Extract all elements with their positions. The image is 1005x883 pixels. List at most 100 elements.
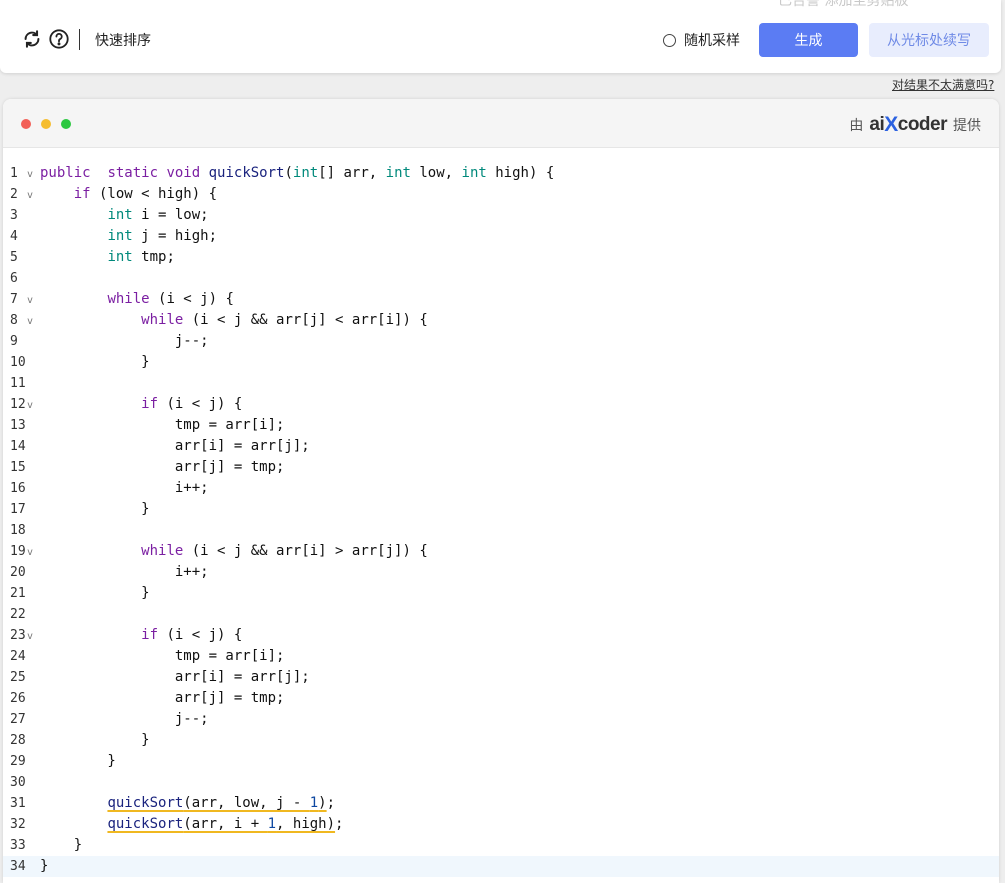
code-text: arr[j] = tmp; xyxy=(40,688,285,709)
code-text: int i = low; xyxy=(40,205,208,226)
fold-chevron-icon[interactable]: v xyxy=(27,311,33,332)
code-line[interactable]: 33 } xyxy=(3,835,999,856)
line-number: 31 xyxy=(10,796,26,811)
code-area[interactable]: 1 v public static void quickSort(int[] arr… xyxy=(3,163,999,877)
line-number: 29 xyxy=(10,754,26,769)
code-text: int tmp; xyxy=(40,247,175,268)
code-token: arr[j] = tmp; xyxy=(40,690,285,706)
fold-chevron-icon[interactable]: v xyxy=(27,542,33,563)
code-token: (low < high) { xyxy=(90,186,218,202)
radio-circle-icon[interactable] xyxy=(663,33,676,47)
generate-button[interactable]: 生成 xyxy=(759,23,858,57)
code-text: } xyxy=(40,352,149,373)
code-line[interactable]: 9 j--; xyxy=(3,331,999,352)
code-line[interactable]: 16 i++; xyxy=(3,478,999,499)
code-token: } xyxy=(40,732,150,748)
code-text: if (i < j) { xyxy=(40,394,242,415)
code-token: if xyxy=(141,627,159,643)
code-line[interactable]: 12 v if (i < j) { xyxy=(3,394,999,415)
code-line[interactable]: 13 tmp = arr[i]; xyxy=(3,415,999,436)
code-text: j--; xyxy=(40,331,209,352)
code-token: ; xyxy=(326,795,336,811)
code-line[interactable]: 25 arr[i] = arr[j]; xyxy=(3,667,999,688)
code-line[interactable]: 11 xyxy=(3,373,999,394)
code-token: low, xyxy=(410,165,462,181)
code-line[interactable]: 24 tmp = arr[i]; xyxy=(3,646,999,667)
code-line[interactable]: 10 } xyxy=(3,352,999,373)
code-line[interactable]: 18 xyxy=(3,520,999,541)
code-token: [] arr, xyxy=(318,165,386,181)
code-line[interactable]: 1 v public static void quickSort(int[] arr… xyxy=(3,163,999,184)
help-icon[interactable] xyxy=(48,28,70,50)
random-sampling-radio[interactable]: 随机采样 xyxy=(663,30,740,50)
refresh-icon[interactable] xyxy=(21,28,43,50)
code-line[interactable]: 23 v if (i < j) { xyxy=(3,625,999,646)
random-sampling-label: 随机采样 xyxy=(684,33,740,49)
code-line[interactable]: 19 v while (i < j && arr[i] > arr[j]) { xyxy=(3,541,999,562)
code-token: arr[i] = arr[j]; xyxy=(40,669,310,685)
code-token: if xyxy=(141,396,159,412)
code-line[interactable]: 17 } xyxy=(3,499,999,520)
brand-left: ai xyxy=(869,114,885,135)
line-number: 30 xyxy=(10,775,26,790)
code-text: tmp = arr[i]; xyxy=(40,415,285,436)
code-token: int xyxy=(107,249,133,265)
code-token: int xyxy=(385,165,411,181)
code-token: (i < j && arr[i] > arr[j]) { xyxy=(183,543,428,559)
code-token: while xyxy=(141,312,184,328)
code-line[interactable]: 4 int j = high; xyxy=(3,226,999,247)
code-line[interactable]: 7v while (i < j) { xyxy=(3,289,999,310)
code-line[interactable]: 28 } xyxy=(3,730,999,751)
code-line[interactable]: 8v while (i < j && arr[j] < arr[i]) { xyxy=(3,310,999,331)
code-token: ; xyxy=(335,816,344,832)
code-token: while xyxy=(141,543,184,559)
code-line[interactable]: 34} xyxy=(3,856,999,877)
code-line[interactable]: 27 j--; xyxy=(3,709,999,730)
fold-chevron-icon[interactable]: v xyxy=(27,185,33,206)
feedback-link[interactable]: 对结果不太满意吗? xyxy=(892,76,994,93)
fold-chevron-icon[interactable]: v xyxy=(27,164,33,185)
fold-chevron-icon[interactable]: v xyxy=(27,626,33,647)
fold-chevron-icon[interactable]: v xyxy=(27,290,33,311)
code-line[interactable]: 26 arr[j] = tmp; xyxy=(3,688,999,709)
code-token: ) xyxy=(318,795,327,811)
line-number: 22 xyxy=(10,607,26,622)
code-line[interactable]: 20 i++; xyxy=(3,562,999,583)
code-line[interactable]: 30 xyxy=(3,772,999,793)
code-text: arr[j] = tmp; xyxy=(40,457,285,478)
code-token: (i < j) { xyxy=(158,396,243,412)
code-line[interactable]: 2v if (low < high) { xyxy=(3,184,999,205)
line-number: 14 xyxy=(10,439,26,454)
fold-chevron-icon[interactable]: v xyxy=(27,395,33,416)
line-number: 11 xyxy=(10,376,26,391)
code-line[interactable]: 31 quickSort(arr, low, j - 1); xyxy=(3,793,999,814)
code-token: quickSort xyxy=(208,165,285,181)
code-line[interactable]: 5 int tmp; xyxy=(3,247,999,268)
code-token: int xyxy=(292,165,319,181)
code-text: } xyxy=(40,730,150,751)
code-token: quickSort xyxy=(107,816,184,832)
code-text: int j = high; xyxy=(40,226,217,247)
continue-from-cursor-button[interactable]: 从光标处续写 xyxy=(869,23,989,57)
code-token: tmp; xyxy=(132,249,175,265)
code-line[interactable]: 3 int i = low; xyxy=(3,205,999,226)
code-line[interactable]: 15 arr[j] = tmp; xyxy=(3,457,999,478)
code-line[interactable]: 6 xyxy=(3,268,999,289)
code-token: tmp = arr[i]; xyxy=(40,648,285,664)
code-token: quickSort xyxy=(107,795,184,811)
line-number: 21 xyxy=(10,586,26,601)
code-editor: 由 ai Xcoder 提供 1 v public static void quick… xyxy=(3,99,999,883)
code-line[interactable]: 32 quickSort(arr, i + 1, high); xyxy=(3,814,999,835)
code-line[interactable]: 14 arr[i] = arr[j]; xyxy=(3,436,999,457)
code-line[interactable]: 29 } xyxy=(3,751,999,772)
line-number: 5 xyxy=(10,250,18,265)
code-line[interactable]: 22 xyxy=(3,604,999,625)
code-token: while xyxy=(107,291,150,307)
line-number: 28 xyxy=(10,733,26,748)
line-number: 15 xyxy=(10,460,26,475)
code-line[interactable]: 21 } xyxy=(3,583,999,604)
